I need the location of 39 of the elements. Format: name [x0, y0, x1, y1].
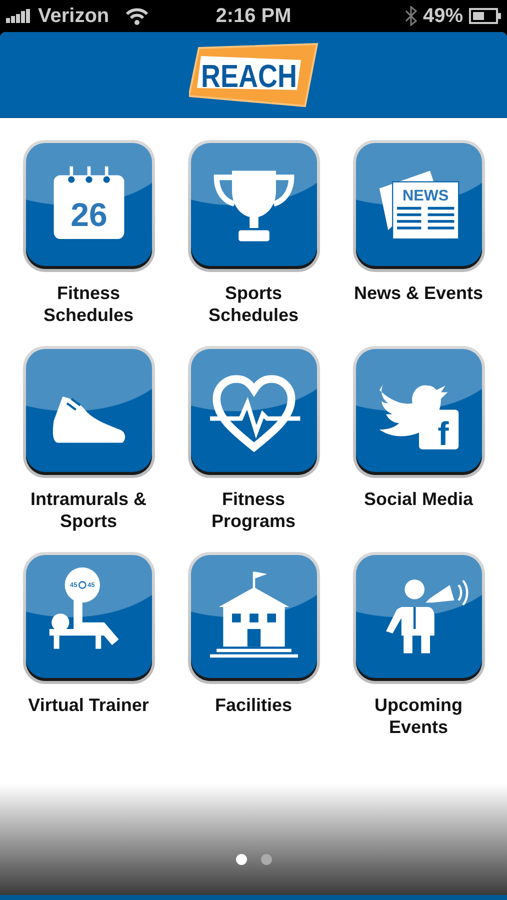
icon-text: 26 [70, 196, 107, 233]
bluetooth-icon [404, 6, 417, 26]
heart-rate-icon [210, 375, 300, 452]
tile-label: Facilities [214, 694, 292, 716]
sneaker-icon [52, 396, 125, 443]
social-media-icon [378, 383, 458, 450]
page-dot[interactable] [260, 854, 272, 865]
trophy-icon [213, 170, 294, 242]
tile-label: Upcoming Events [374, 694, 462, 738]
newspaper-icon [378, 170, 459, 240]
tile-label: Intramurals & Sports [30, 488, 147, 532]
signal-icon [6, 9, 32, 23]
app-tile[interactable] [22, 346, 154, 478]
tile-label: Fitness Programs [211, 488, 296, 532]
megaphone-person-icon [386, 580, 468, 654]
battery-percent: 49% [422, 4, 463, 28]
bench-press-icon [48, 567, 118, 649]
wifi-icon [125, 8, 150, 24]
calendar-icon [53, 164, 124, 239]
app-tile[interactable] [188, 346, 320, 478]
tile-label: Fitness Schedules [43, 282, 134, 326]
app-tile[interactable] [352, 552, 484, 684]
tile-label: Sports Schedules [208, 282, 299, 326]
app-tile[interactable]: 26 [22, 140, 154, 272]
app-tile[interactable] [188, 552, 320, 684]
tile-label: Social Media [364, 488, 474, 510]
icon-text: NEWS [402, 188, 448, 204]
carrier-name: Verizon [38, 4, 110, 28]
battery-icon [469, 8, 501, 24]
clock-time: 2:16 PM [216, 4, 292, 26]
app-tile[interactable] [188, 140, 320, 272]
logo: REACH [188, 42, 318, 108]
app-tile[interactable]: NEWS [352, 140, 484, 272]
tile-label: Virtual Trainer [28, 694, 149, 716]
app-tile[interactable]: f [352, 346, 484, 478]
icon-text: f [437, 415, 448, 452]
tile-label: News & Events [354, 282, 484, 304]
schoolhouse-icon [210, 572, 298, 658]
page-dot[interactable] [236, 854, 246, 865]
